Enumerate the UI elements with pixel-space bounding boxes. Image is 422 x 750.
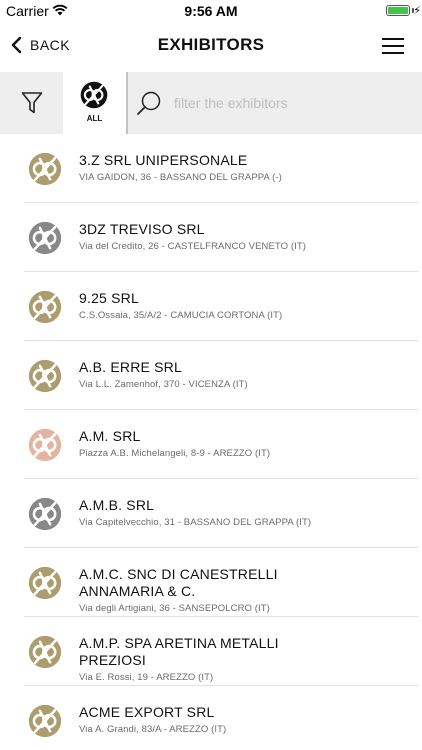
exhibitor-logo-icon (28, 635, 62, 669)
search-icon (137, 91, 161, 115)
exhibitor-logo-icon (28, 290, 62, 324)
exhibitor-row[interactable]: ACME EXPORT SRL Via A. Grandi, 83/A - ARE… (0, 686, 422, 750)
exhibitor-address: Via L.L. Zamenhof, 370 - VICENZA (IT) (79, 379, 248, 390)
hamburger-line (382, 52, 404, 54)
exhibitor-address: Via E. Rossi, 19 - AREZZO (IT) (79, 672, 214, 683)
exhibitor-address: Via Capitelvecchio, 31 - BASSANO DEL GRA… (79, 517, 312, 528)
exhibitor-logo-icon (28, 152, 62, 186)
exhibitor-logo-icon (28, 221, 62, 255)
chevron-left-icon (11, 36, 22, 54)
exhibitor-address: Via degli Artigiani, 36 - SANSEPOLCRO (I… (79, 603, 270, 614)
exhibitor-address: C.S.Ossaia, 35/A/2 - CAMUCIA CORTONA (IT… (79, 310, 283, 321)
exhibitor-logo-icon (28, 359, 62, 393)
back-label: BACK (30, 37, 71, 53)
exhibitor-address: Via A. Grandi, 83/A - AREZZO (IT) (79, 724, 227, 735)
exhibitor-logo-icon (28, 497, 62, 531)
exhibitor-row[interactable]: 9.25 SRL C.S.Ossaia, 35/A/2 - CAMUCIA COR… (0, 272, 422, 341)
exhibitor-text: ACME EXPORT SRL Via A. Grandi, 83/A - ARE… (79, 704, 394, 735)
exhibitor-row[interactable]: A.B. ERRE SRL Via L.L. Zamenhof, 370 - VI… (0, 341, 422, 410)
search-bar[interactable] (128, 72, 422, 134)
charging-icon: ⚡ (413, 5, 421, 17)
all-logo-icon (80, 81, 108, 109)
exhibitor-name: A.B. ERRE SRL (79, 359, 182, 375)
menu-button[interactable] (382, 38, 404, 54)
status-bar: Carrier 9:56 AM ⚡ (0, 0, 422, 22)
exhibitor-row[interactable]: A.M.P. SPA ARETINA METALLI PREZIOSI Via E… (0, 617, 422, 686)
exhibitor-text: A.M.B. SRL Via Capitelvecchio, 31 - BASSA… (79, 497, 394, 528)
exhibitor-row[interactable]: A.M. SRL Piazza A.B. Michelangeli, 8-9 - … (0, 410, 422, 479)
exhibitor-name: 9.25 SRL (79, 290, 139, 306)
exhibitor-text: A.B. ERRE SRL Via L.L. Zamenhof, 370 - VI… (79, 359, 394, 390)
exhibitor-name: A.M.B. SRL (79, 497, 155, 513)
exhibitor-name: A.M.P. SPA ARETINA METALLI PREZIOSI (79, 635, 279, 668)
filter-toolbar: ALL (0, 72, 422, 134)
exhibitor-row[interactable]: A.M.C. SNC DI CANESTRELLI ANNAMARIA & C.… (0, 548, 422, 617)
all-label: ALL (86, 114, 103, 123)
exhibitor-row[interactable]: 3DZ TREVISO SRL Via del Credito, 26 - CAS… (0, 203, 422, 272)
exhibitor-name: 3.Z SRL UNIPERSONALE (79, 152, 248, 168)
exhibitor-name: ACME EXPORT SRL (79, 704, 215, 720)
exhibitor-text: 3DZ TREVISO SRL Via del Credito, 26 - CAS… (79, 221, 394, 252)
exhibitor-address: Via del Credito, 26 - CASTELFRANCO VENET… (79, 241, 307, 252)
exhibitor-text: A.M.C. SNC DI CANESTRELLI ANNAMARIA & C.… (79, 566, 394, 614)
search-input[interactable] (174, 95, 404, 111)
exhibitor-name: 3DZ TREVISO SRL (79, 221, 205, 237)
exhibitor-address: Piazza A.B. Michelangeli, 8-9 - AREZZO (… (79, 448, 271, 459)
back-button[interactable]: BACK (10, 36, 70, 54)
exhibitor-text: A.M.P. SPA ARETINA METALLI PREZIOSI Via E… (79, 635, 394, 683)
hamburger-line (382, 45, 404, 47)
all-categories-tab[interactable]: ALL (63, 72, 126, 134)
exhibitor-address: VIA GAIDON, 36 - BASSANO DEL GRAPPA (-) (79, 172, 282, 183)
nav-bar: BACK EXHIBITORS (0, 22, 422, 70)
exhibitor-row[interactable]: A.M.B. SRL Via Capitelvecchio, 31 - BASSA… (0, 479, 422, 548)
battery-icon (386, 5, 410, 16)
exhibitor-logo-icon (28, 566, 62, 600)
exhibitor-name: A.M.C. SNC DI CANESTRELLI ANNAMARIA & C. (79, 566, 278, 599)
exhibitor-list: 3.Z SRL UNIPERSONALE VIA GAIDON, 36 - BAS… (0, 134, 422, 750)
filter-button[interactable] (0, 72, 63, 134)
exhibitor-row[interactable]: 3.Z SRL UNIPERSONALE VIA GAIDON, 36 - BAS… (0, 134, 422, 203)
hamburger-line (382, 38, 404, 40)
status-time: 9:56 AM (184, 3, 238, 19)
exhibitor-text: A.M. SRL Piazza A.B. Michelangeli, 8-9 - … (79, 428, 394, 459)
exhibitor-logo-icon (28, 704, 62, 738)
exhibitor-logo-icon (28, 428, 62, 462)
exhibitor-text: 3.Z SRL UNIPERSONALE VIA GAIDON, 36 - BAS… (79, 152, 394, 183)
funnel-icon (21, 92, 42, 114)
exhibitor-name: A.M. SRL (79, 428, 141, 444)
exhibitor-text: 9.25 SRL C.S.Ossaia, 35/A/2 - CAMUCIA COR… (79, 290, 394, 321)
